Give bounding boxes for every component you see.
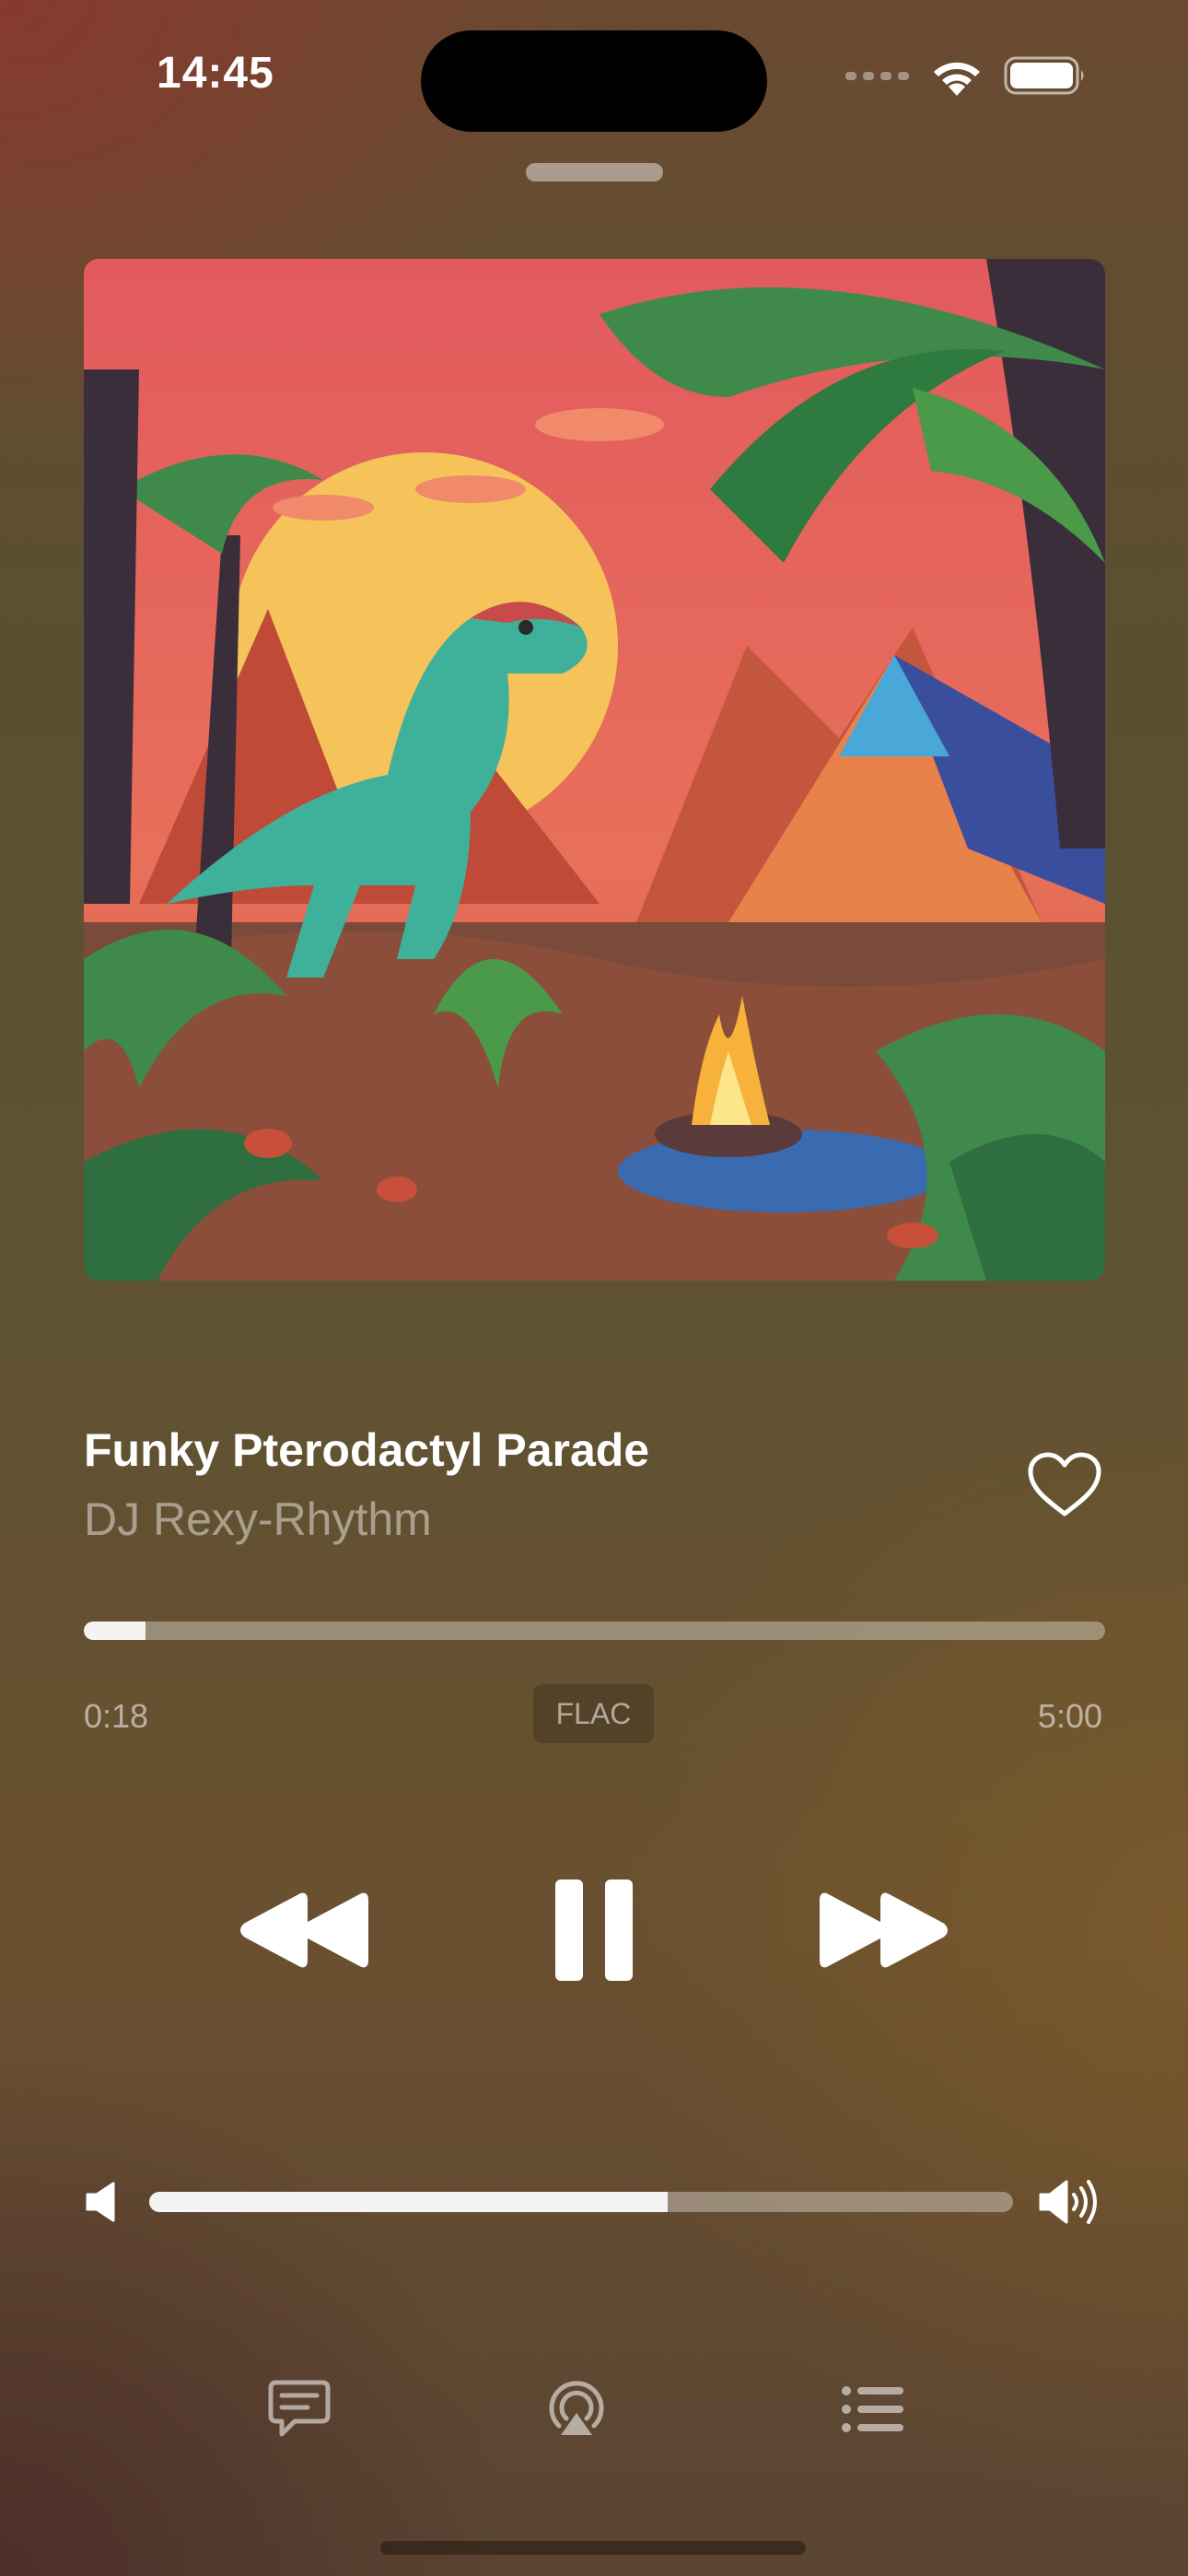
wifi-icon [934, 62, 980, 96]
home-indicator[interactable] [380, 2541, 806, 2555]
fast-forward-icon [820, 1892, 948, 1968]
playback-scrubber[interactable] [84, 1622, 1105, 1640]
pause-icon [555, 1879, 633, 1981]
signal-dots-icon [845, 72, 909, 80]
heart-icon [1028, 1452, 1101, 1516]
track-title: Funky Pterodactyl Parade [84, 1424, 650, 1476]
volume-min-button[interactable] [86, 2182, 119, 2227]
airplay-icon [549, 2381, 604, 2435]
audio-format-badge[interactable]: FLAC [533, 1684, 654, 1743]
fast-forward-button[interactable] [815, 1870, 953, 1990]
volume-max-button[interactable] [1039, 2178, 1101, 2231]
rewind-button[interactable] [235, 1870, 373, 1990]
playback-progress-fill [84, 1622, 146, 1640]
battery-icon [1004, 56, 1084, 95]
volume-level-fill [149, 2192, 668, 2212]
lyrics-button[interactable] [258, 2368, 341, 2451]
sheet-grabber[interactable] [526, 163, 663, 181]
album-artwork [84, 259, 1105, 1281]
status-icons [845, 55, 1087, 96]
volume-slider[interactable] [149, 2192, 1013, 2212]
rewind-icon [240, 1892, 368, 1968]
airplay-button[interactable] [535, 2368, 618, 2451]
speaker-high-icon [1039, 2180, 1097, 2224]
speaker-low-icon [86, 2182, 115, 2222]
queue-list-icon [842, 2386, 903, 2432]
track-artist[interactable]: DJ Rexy-Rhythm [84, 1493, 432, 1546]
total-time: 5:00 [1037, 1697, 1102, 1735]
elapsed-time: 0:18 [84, 1697, 149, 1735]
dynamic-island [421, 30, 767, 132]
favorite-button[interactable] [1027, 1451, 1102, 1517]
pause-button[interactable] [543, 1870, 645, 1990]
status-time: 14:45 [157, 49, 274, 98]
lyrics-bubble-icon [268, 2380, 331, 2437]
queue-button[interactable] [832, 2368, 914, 2451]
